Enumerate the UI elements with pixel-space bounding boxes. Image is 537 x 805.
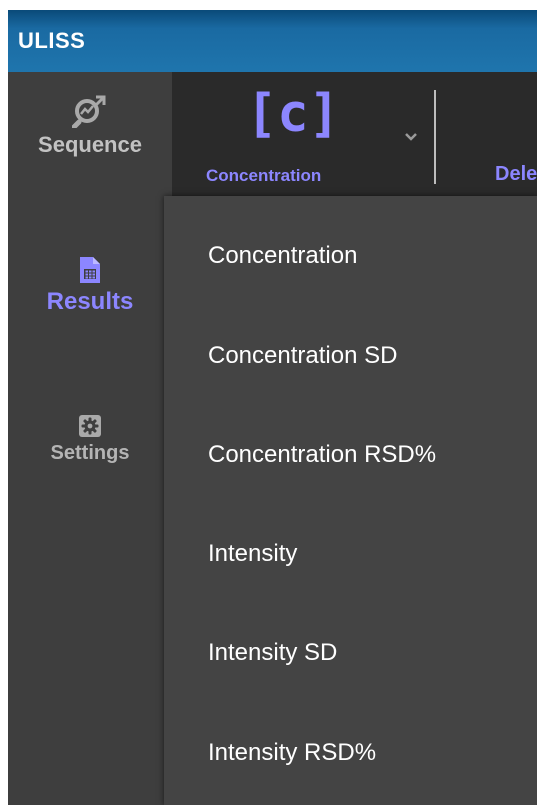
sidebar-item-label: Sequence [38,132,142,157]
value-type-dropdown-button[interactable]: [c] Concentration [180,72,434,196]
window-title: ULISS [18,28,86,53]
chevron-down-icon [405,133,417,141]
concentration-symbol: [c] [246,84,340,144]
sidebar: Sequence Results Settings [8,72,172,805]
analytics-magnifier-icon [72,95,106,128]
dropdown-option-intensity-sd[interactable]: Intensity SD [208,639,337,667]
sidebar-item-settings[interactable]: Settings [8,414,172,465]
concentration-label: Concentration [206,166,322,185]
toolbar-divider [434,90,436,184]
sidebar-item-label: Results [46,288,134,315]
dropdown-option-concentration[interactable]: Concentration [208,242,357,270]
sidebar-item-sequence[interactable]: Sequence [8,94,172,158]
dropdown-option-concentration-rsd[interactable]: Concentration RSD% [208,441,436,469]
dropdown-option-intensity-rsd[interactable]: Intensity RSD% [208,739,376,767]
app-window: ULISS Sequence Results Settings [c] Conc… [8,10,537,805]
dropdown-option-concentration-sd[interactable]: Concentration SD [208,342,397,370]
document-report-icon [80,257,100,283]
results-toolbar: [c] Concentration Dele [172,72,537,196]
delete-button[interactable]: Dele [495,163,537,186]
title-bar[interactable]: ULISS [8,10,537,72]
dropdown-option-intensity[interactable]: Intensity [208,540,297,568]
sidebar-item-label: Settings [50,442,130,464]
sidebar-item-results[interactable]: Results [8,256,172,316]
gear-icon [79,415,101,437]
value-type-dropdown-menu: Concentration Concentration SD Concentra… [164,196,537,805]
